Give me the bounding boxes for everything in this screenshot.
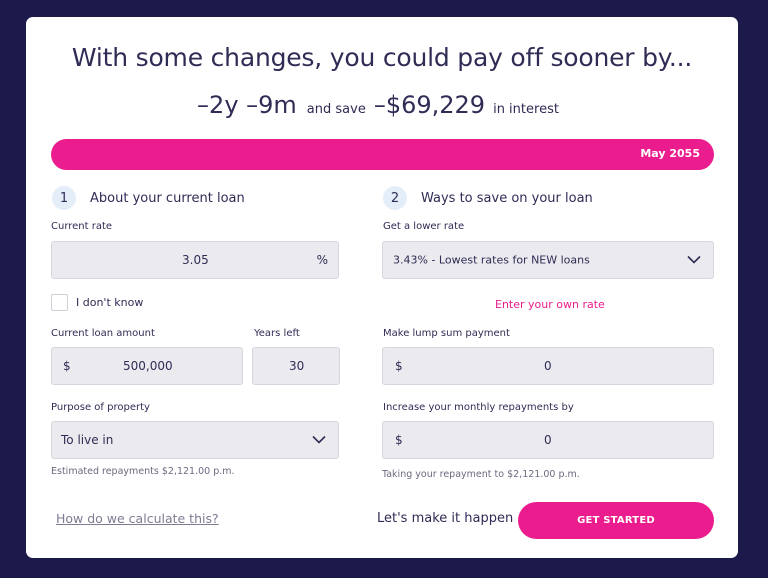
estimated-repayments: Estimated repayments $2,121.00 p.m.: [51, 466, 235, 477]
lump-sum-label: Make lump sum payment: [383, 328, 510, 339]
step-title: Ways to save on your loan: [421, 190, 593, 206]
purpose-label: Purpose of property: [51, 402, 150, 413]
in-interest-text: in interest: [493, 102, 559, 117]
step-ways-to-save: 2 Ways to save on your loan: [383, 186, 593, 210]
dont-know-checkbox[interactable]: [51, 294, 68, 311]
lower-rate-value: 3.43% - Lowest rates for NEW loans: [393, 253, 590, 267]
years-left-input[interactable]: 30: [252, 347, 340, 385]
how-we-calculate-link[interactable]: How do we calculate this?: [56, 511, 219, 526]
dont-know-label: I don't know: [76, 296, 144, 309]
loan-amount-input[interactable]: $ 500,000: [51, 347, 243, 385]
time-saved: –2y –9m: [197, 91, 297, 119]
taking-repayment-text: Taking your repayment to $2,121.00 p.m.: [382, 469, 580, 480]
purpose-select[interactable]: To live in: [51, 421, 339, 459]
step-number: 1: [52, 186, 76, 210]
amount-saved: –$69,229: [373, 91, 486, 119]
enter-own-rate-link[interactable]: Enter your own rate: [495, 298, 605, 311]
purpose-value: To live in: [61, 433, 114, 447]
current-rate-label: Current rate: [51, 221, 113, 232]
lower-rate-label: Get a lower rate: [383, 221, 465, 232]
payoff-date: May 2055: [640, 147, 700, 160]
payoff-progress-bar: May 2055: [51, 139, 714, 170]
years-left-label: Years left: [254, 328, 300, 339]
loan-amount-label: Current loan amount: [51, 328, 155, 339]
currency-symbol: $: [395, 433, 403, 447]
years-left-value: 30: [289, 359, 305, 373]
loan-amount-value: 500,000: [123, 359, 173, 373]
headline: With some changes, you could pay off soo…: [71, 43, 693, 72]
chevron-down-icon: [687, 255, 701, 264]
chevron-down-icon: [312, 435, 326, 444]
get-started-button[interactable]: GET STARTED: [518, 502, 714, 539]
lump-sum-input[interactable]: $ 0: [382, 347, 714, 385]
savings-calculator-card: With some changes, you could pay off soo…: [26, 17, 738, 558]
current-rate-value: 3.05: [182, 253, 209, 267]
current-rate-input[interactable]: 3.05 %: [51, 241, 339, 279]
and-save-text: and save: [306, 102, 366, 117]
cta-text: Let's make it happen: [377, 511, 514, 526]
increase-repayments-input[interactable]: $ 0: [382, 421, 714, 459]
step-title: About your current loan: [90, 190, 245, 206]
currency-symbol: $: [63, 359, 71, 373]
savings-summary: –2y –9m and save –$69,229 in interest: [26, 91, 738, 119]
increase-repayments-value: 0: [544, 433, 552, 447]
step-number: 2: [383, 186, 407, 210]
increase-repayments-label: Increase your monthly repayments by: [383, 402, 574, 413]
currency-symbol: $: [395, 359, 403, 373]
lower-rate-select[interactable]: 3.43% - Lowest rates for NEW loans: [382, 241, 714, 279]
lump-sum-value: 0: [544, 359, 552, 373]
step-current-loan: 1 About your current loan: [52, 186, 245, 210]
percent-unit: %: [316, 253, 328, 267]
